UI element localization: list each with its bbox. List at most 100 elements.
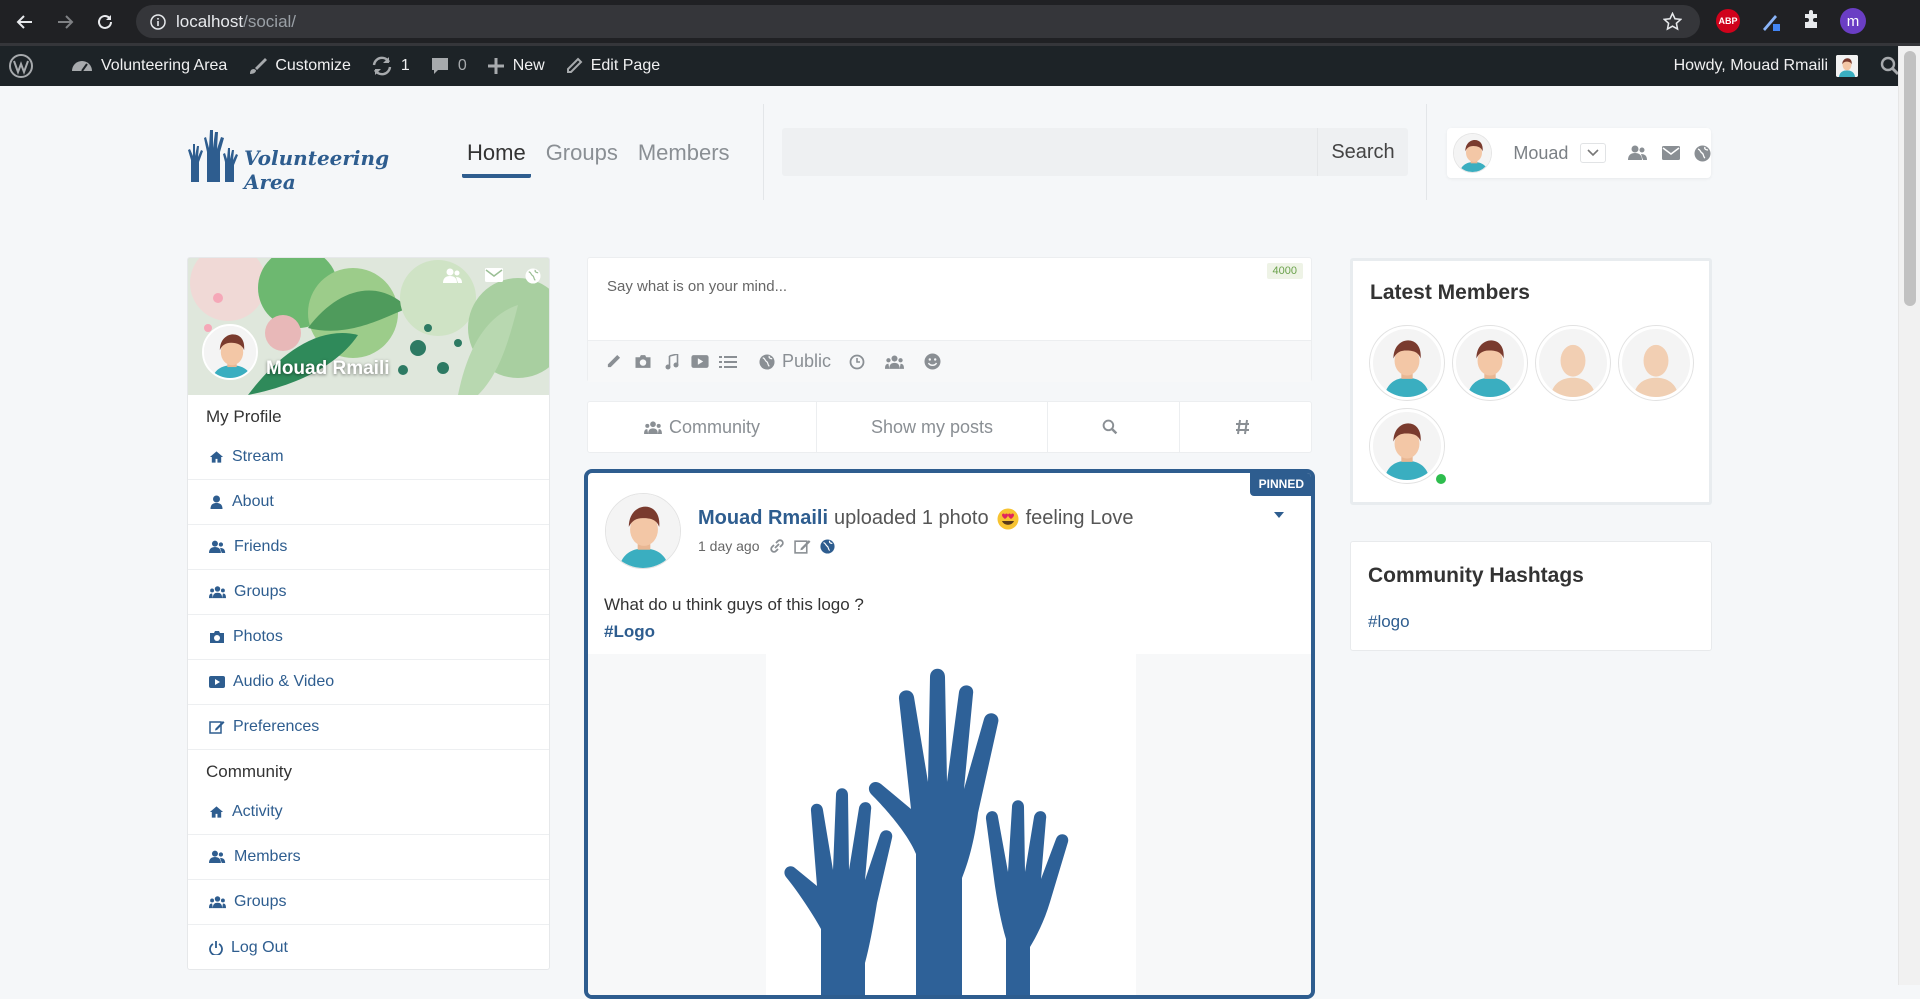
group-audience-icon[interactable] [885,355,905,369]
wordpress-logo-icon[interactable] [0,46,51,86]
menu-label: Members [234,848,301,865]
pencil-icon[interactable] [606,354,621,369]
composer-input[interactable]: Say what is on your mind... [607,278,787,295]
menu-members[interactable]: Members [188,835,549,880]
menu-log-out[interactable]: Log Out [188,925,549,969]
reload-icon[interactable] [92,9,118,35]
latest-members-widget: Latest Members [1350,258,1712,505]
menu-label: Friends [234,538,288,555]
menu-preferences[interactable]: Preferences [188,705,549,750]
filter-community[interactable]: Community [588,402,817,452]
address-bar[interactable]: localhost/social/ [136,5,1700,38]
privacy-label: Public [782,351,832,371]
profile-avatar[interactable] [202,324,258,380]
cover-messages-icon[interactable] [485,268,503,284]
howdy-user-link[interactable]: Howdy, Mouad Rmaili [1674,57,1828,75]
user-icon [210,495,223,509]
site-search-input[interactable] [782,128,1317,176]
member-avatar[interactable] [1453,326,1527,400]
menu-photos[interactable]: Photos [188,615,549,660]
post-hashtag-link[interactable]: #Logo [604,622,655,642]
nav-home[interactable]: Home [462,128,531,178]
filter-hashtag[interactable] [1180,402,1311,452]
comments-link[interactable]: 0 [420,46,477,86]
member-avatar-default[interactable] [1619,326,1693,400]
menu-activity[interactable]: Activity [188,790,549,835]
member-avatar-default[interactable] [1536,326,1610,400]
admin-search-icon[interactable] [1880,56,1900,76]
filter-my-posts[interactable]: Show my posts [817,402,1048,452]
updates-link[interactable]: 1 [361,46,420,86]
pencil-icon [566,57,583,73]
menu-community-groups[interactable]: Groups [188,880,549,925]
profile-name[interactable]: Mouad Rmaili [266,358,390,380]
bookmark-star-icon[interactable] [1663,12,1682,31]
site-name-link[interactable]: Volunteering Area [51,46,237,86]
header-divider-right [1426,104,1427,200]
profile-avatar-icon[interactable]: m [1840,8,1866,34]
admin-bar-avatar[interactable] [1836,55,1858,77]
post-action-text: uploaded 1 photo [834,507,989,529]
site-info-icon[interactable] [150,13,166,30]
page-scrollbar[interactable] [1898,46,1920,985]
post-photo[interactable] [766,654,1136,995]
member-avatar[interactable] [1370,326,1444,400]
site-search-button[interactable]: Search [1317,128,1408,176]
nav-groups[interactable]: Groups [541,128,623,178]
privacy-selector[interactable]: Public [759,351,831,372]
pen-extension-icon[interactable] [1760,10,1782,32]
music-icon[interactable] [664,353,679,370]
scrollbar-thumb[interactable] [1904,51,1916,306]
permalink-icon[interactable] [769,538,785,554]
post-options-caret-icon[interactable] [1273,511,1285,519]
edit-page-link[interactable]: Edit Page [555,46,670,86]
menu-stream[interactable]: Stream [188,435,549,480]
stream-filters: Community Show my posts [587,401,1312,453]
clock-icon[interactable] [849,354,865,370]
post-public-globe-icon[interactable] [819,538,835,554]
menu-label: Groups [234,583,287,600]
video-icon[interactable] [691,354,709,369]
edit-post-icon[interactable] [793,539,811,554]
header-user-name[interactable]: Mouad [1513,143,1568,164]
header-user-avatar[interactable] [1453,133,1493,173]
filter-search[interactable] [1048,402,1180,452]
post-author-link[interactable]: Mouad Rmaili [698,507,828,530]
community-hashtags-widget: Community Hashtags #logo [1350,541,1712,651]
customize-link[interactable]: Customize [237,46,361,86]
post-timestamp[interactable]: 1 day ago [698,538,760,554]
member-avatar-online[interactable] [1370,409,1444,483]
hashtag-link[interactable]: #logo [1368,612,1410,632]
notifications-globe-icon[interactable] [1694,145,1711,162]
pinned-badge: PINNED [1249,473,1311,496]
forward-icon[interactable] [52,9,78,35]
menu-groups[interactable]: Groups [188,570,549,615]
camera-icon[interactable] [634,354,652,369]
extensions-puzzle-icon[interactable] [1801,10,1821,30]
post-author-avatar[interactable] [605,493,681,569]
site-name-label: Volunteering Area [101,57,228,74]
nav-members[interactable]: Members [633,128,735,178]
list-icon[interactable] [719,355,737,369]
user-dropdown-toggle[interactable] [1580,143,1606,163]
adblock-extension-icon[interactable]: ABP [1716,9,1740,33]
smiley-icon[interactable] [924,353,941,370]
cover-globe-icon[interactable] [525,268,541,284]
menu-label: Audio & Video [233,673,335,690]
friend-requests-icon[interactable] [1628,145,1648,161]
home-icon [209,806,224,818]
plus-icon [487,58,504,74]
cover-friends-icon[interactable] [443,268,463,284]
site-logo[interactable]: Volunteering Area [187,124,407,194]
updates-icon [372,56,392,76]
back-icon[interactable] [12,9,38,35]
messages-icon[interactable] [1662,146,1680,160]
updates-count: 1 [400,57,410,74]
menu-audio-video[interactable]: Audio & Video [188,660,549,705]
menu-about[interactable]: About [188,480,549,525]
post-body-text: What do u think guys of this logo ? [604,595,864,614]
new-content-link[interactable]: New [477,46,555,86]
menu-friends[interactable]: Friends [188,525,549,570]
url-text: localhost/social/ [176,12,296,32]
new-label: New [512,57,545,74]
